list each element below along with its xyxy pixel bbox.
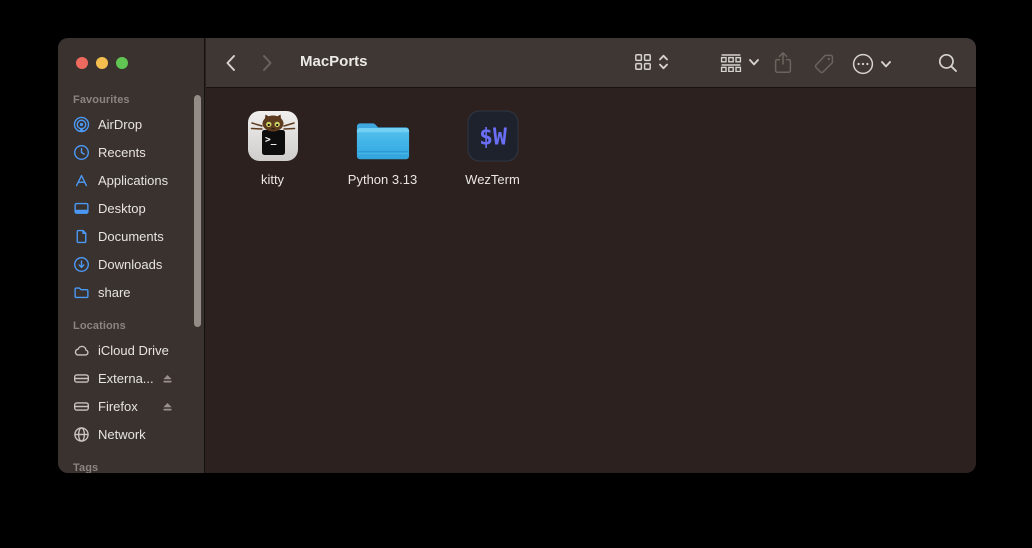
sidebar-item-icloud-drive[interactable]: iCloud Drive bbox=[58, 336, 204, 364]
clock-icon bbox=[73, 144, 90, 161]
file-item-label: Python 3.13 bbox=[348, 172, 417, 187]
sidebar-item-label: AirDrop bbox=[98, 117, 142, 132]
sidebar-section-label-tags: Tags bbox=[73, 462, 204, 473]
network-globe-icon bbox=[73, 426, 90, 443]
sidebar-item-documents[interactable]: Documents bbox=[58, 222, 204, 250]
sidebar-item-airdrop[interactable]: AirDrop bbox=[58, 110, 204, 138]
chevron-left-icon bbox=[224, 53, 237, 73]
sidebar-item-label: Downloads bbox=[98, 257, 162, 272]
grid-view-icon bbox=[633, 52, 653, 72]
desktop-icon bbox=[73, 200, 90, 217]
share-button[interactable] bbox=[772, 51, 794, 75]
blue-folder-icon[interactable] bbox=[355, 110, 411, 162]
sidebar-item-label: share bbox=[98, 285, 131, 300]
forward-button[interactable] bbox=[261, 53, 274, 73]
chevron-down-icon bbox=[748, 58, 760, 67]
sidebar-item-label: Externa... bbox=[98, 371, 154, 386]
svg-text:$W: $W bbox=[479, 125, 507, 151]
chevron-right-icon bbox=[261, 53, 274, 73]
sidebar-item-label: iCloud Drive bbox=[98, 343, 169, 358]
file-item-label: WezTerm bbox=[465, 172, 520, 187]
sidebar: Favourites AirDrop Recents Applications Desk… bbox=[58, 38, 205, 473]
file-item-label: kitty bbox=[261, 172, 284, 187]
sidebar-item-recents[interactable]: Recents bbox=[58, 138, 204, 166]
sidebar-scrollbar[interactable] bbox=[194, 95, 201, 327]
tags-button[interactable] bbox=[812, 52, 836, 76]
traffic-lights bbox=[76, 57, 128, 69]
sidebar-item-downloads[interactable]: Downloads bbox=[58, 250, 204, 278]
group-by-button[interactable] bbox=[719, 52, 760, 72]
airdrop-icon bbox=[73, 116, 90, 133]
sidebar-item-share[interactable]: share bbox=[58, 278, 204, 306]
more-actions-button[interactable] bbox=[851, 52, 892, 76]
sidebar-section-label-locations: Locations bbox=[73, 320, 204, 333]
sidebar-section-label-favourites: Favourites bbox=[73, 94, 204, 107]
tag-icon bbox=[812, 52, 836, 76]
toolbar: MacPorts bbox=[206, 38, 976, 88]
icloud-icon bbox=[73, 342, 90, 359]
file-item-kitty[interactable]: >_kitty bbox=[220, 110, 325, 187]
search-button[interactable] bbox=[937, 52, 959, 74]
external-drive-icon bbox=[73, 398, 90, 415]
sidebar-sections: Favourites AirDrop Recents Applications Desk… bbox=[58, 80, 204, 473]
download-circle-icon bbox=[73, 256, 90, 273]
file-item-wezterm[interactable]: $W WezTerm bbox=[440, 110, 545, 187]
up-down-chevrons-icon bbox=[658, 53, 669, 71]
window-title: MacPorts bbox=[300, 53, 368, 70]
sidebar-item-desktop[interactable]: Desktop bbox=[58, 194, 204, 222]
back-button[interactable] bbox=[224, 53, 237, 73]
sidebar-item-network[interactable]: Network bbox=[58, 420, 204, 448]
eject-icon[interactable] bbox=[161, 400, 174, 413]
external-drive-icon bbox=[73, 370, 90, 387]
close-button[interactable] bbox=[76, 57, 88, 69]
ellipsis-circle-icon bbox=[851, 52, 875, 76]
document-icon bbox=[73, 228, 90, 245]
eject-icon[interactable] bbox=[161, 372, 174, 385]
finder-window: Favourites AirDrop Recents Applications Desk… bbox=[58, 38, 976, 473]
sidebar-item-externa[interactable]: Externa... bbox=[58, 364, 204, 392]
kitty-app-icon[interactable]: >_ bbox=[245, 110, 301, 162]
file-item-python-3-13[interactable]: Python 3.13 bbox=[330, 110, 435, 187]
sidebar-item-label: Applications bbox=[98, 173, 168, 188]
view-selector-button[interactable] bbox=[633, 52, 669, 72]
sidebar-item-label: Firefox bbox=[98, 399, 138, 414]
sidebar-item-firefox[interactable]: Firefox bbox=[58, 392, 204, 420]
sidebar-item-label: Recents bbox=[98, 145, 146, 160]
wezterm-app-icon[interactable]: $W bbox=[465, 110, 521, 162]
sidebar-item-applications[interactable]: Applications bbox=[58, 166, 204, 194]
chevron-down-icon bbox=[880, 60, 892, 69]
svg-text:>_: >_ bbox=[265, 135, 277, 146]
folder-icon bbox=[73, 284, 90, 301]
minimize-button[interactable] bbox=[96, 57, 108, 69]
applications-icon bbox=[73, 172, 90, 189]
sidebar-item-label: Desktop bbox=[98, 201, 146, 216]
search-icon bbox=[937, 52, 959, 74]
share-icon bbox=[772, 51, 794, 75]
sidebar-item-label: Documents bbox=[98, 229, 164, 244]
zoom-button[interactable] bbox=[116, 57, 128, 69]
group-icon bbox=[719, 52, 743, 72]
sidebar-item-label: Network bbox=[98, 427, 146, 442]
folder-contents[interactable]: >_kitty Python 3.13 $W WezTerm bbox=[206, 89, 976, 473]
